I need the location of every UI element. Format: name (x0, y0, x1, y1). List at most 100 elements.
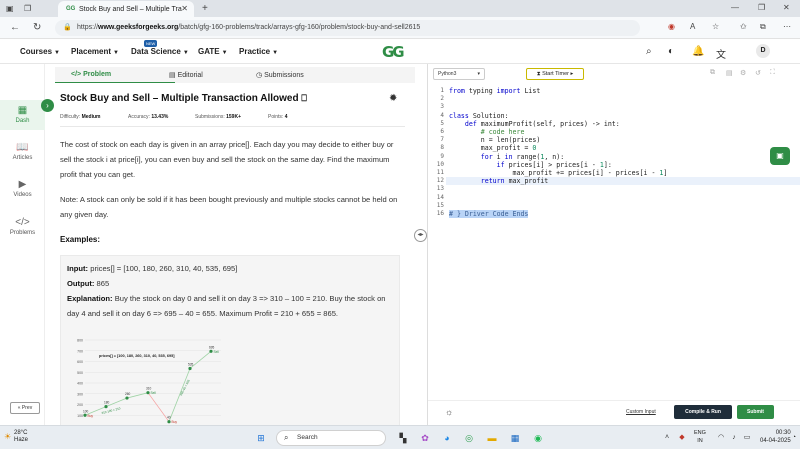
nav-courses[interactable]: Courses ▼ (20, 47, 60, 56)
y-tick-label: 700 (77, 349, 83, 353)
code-line[interactable]: max_profit += prices[i] - prices[i - 1] (449, 169, 668, 177)
code-line[interactable]: if prices[i] > prices[i - 1]: (449, 161, 612, 169)
minimize-icon[interactable]: — (731, 3, 739, 12)
sidebar-item-problems[interactable]: </> Problems (0, 217, 45, 236)
collections-icon[interactable]: ⧉ (760, 22, 766, 32)
theme-toggle-icon[interactable]: ◐ (668, 46, 674, 57)
code-line[interactable]: max_profit = 0 (449, 144, 537, 152)
close-icon[interactable]: ✕ (181, 4, 188, 13)
windows-taskbar: ☀ 28°C Haze ⊞ ⌕ Search ▚ ✿ ◕ ◎ ▬ ▦ ◉ ˄ ◆… (0, 425, 800, 449)
data-label: 310 (146, 387, 152, 391)
code-line[interactable]: for i in range(1, n): (449, 153, 564, 161)
split-handle-icon[interactable]: ◂▸ (414, 229, 427, 242)
wifi-icon[interactable]: ◠ (714, 431, 728, 445)
nav-gate[interactable]: GATE ▼ (198, 47, 228, 56)
custom-input-link[interactable]: Custom Input (626, 409, 656, 415)
tab-editorial[interactable]: ▤ Editorial (169, 71, 203, 79)
search-icon[interactable]: ⌕ (646, 46, 652, 57)
prev-button[interactable]: « Prev (10, 402, 40, 414)
refresh-icon[interactable]: ↻ (33, 22, 41, 33)
bug-report-icon[interactable]: ✹ (389, 93, 397, 104)
notification-icon[interactable]: ◔ (787, 431, 800, 445)
nav-data-science[interactable]: Data Science ▼ (131, 47, 189, 56)
maximize-icon[interactable]: ❐ (758, 3, 765, 12)
tab-problem[interactable]: </> Problem (71, 71, 111, 78)
copilot-icon[interactable]: ✿ (418, 431, 432, 445)
chevron-down-icon: ▼ (272, 50, 279, 56)
tab-problem-label: Problem (83, 71, 112, 78)
new-tab-icon[interactable]: + (202, 3, 208, 14)
nav-placement[interactable]: Placement ▼ (71, 47, 119, 56)
annotation-label: Buy (88, 414, 94, 418)
taskbar-search[interactable]: ⌕ Search (276, 430, 386, 446)
spotify-icon[interactable]: ◉ (531, 431, 545, 445)
tab-actions-icon[interactable]: ▣ (6, 4, 14, 13)
code-area[interactable]: 1 from typing import List 2 3 4 class Solutio… (428, 84, 800, 394)
language-value: Python3 (438, 71, 457, 77)
line-number: 5 (440, 119, 444, 127)
code-line[interactable]: class Solution: (449, 112, 509, 120)
browser-tab[interactable]: GG Stock Buy and Sell – Multiple Tra ✕ (58, 1, 194, 17)
security-icon[interactable]: ◆ (675, 431, 689, 445)
example-explanation: Explanation: Buy the stock on day 0 and … (67, 291, 397, 321)
translate-icon[interactable]: 文 (716, 46, 726, 61)
weather-condition: Haze (14, 437, 29, 443)
code-line[interactable]: # code here (449, 128, 525, 136)
folder-icon[interactable]: ▬ (485, 431, 499, 445)
code-line[interactable]: from typing import List (449, 87, 540, 95)
code-line[interactable]: n = len(prices) (449, 136, 541, 144)
nav-practice[interactable]: Practice ▼ (239, 47, 278, 56)
bulb-icon[interactable]: ☼ (445, 407, 453, 417)
settings-icon[interactable]: ⚙ (740, 69, 746, 77)
chevron-up-icon[interactable]: ˄ (660, 431, 674, 445)
read-aloud-icon[interactable]: A (690, 22, 695, 31)
expand-icon[interactable]: › (41, 99, 54, 112)
bookmark-icon[interactable]: ⎕ (301, 93, 306, 103)
y-tick-label: 300 (77, 392, 83, 396)
tabs-icon[interactable]: ❐ (24, 4, 31, 13)
fullscreen-icon[interactable]: ⛶ (770, 69, 775, 77)
favorite-star-icon[interactable]: ☆ (712, 22, 719, 31)
battery-icon[interactable]: ▭ (740, 431, 754, 445)
code-line[interactable]: # } Driver Code Ends (449, 210, 529, 218)
gfg-logo[interactable]: GG (382, 43, 405, 61)
weather-widget[interactable]: 28°C Haze (14, 430, 28, 444)
edge-icon[interactable]: ◕ (440, 431, 454, 445)
windows-start-icon[interactable]: ⊞ (254, 431, 268, 445)
sidebar-item-articles[interactable]: 📖 Articles (0, 142, 45, 161)
data-label: 180 (104, 401, 110, 405)
more-icon[interactable]: ⋯ (783, 22, 791, 31)
compile-run-button[interactable]: Compile & Run (674, 405, 732, 419)
bell-icon[interactable]: 🔔 (692, 46, 704, 57)
sidebar-item-dash[interactable]: ▦ Dash (0, 100, 45, 130)
sidebar-item-videos[interactable]: ▶ Videos (0, 179, 45, 198)
submit-button[interactable]: Submit (737, 405, 774, 419)
window-close-icon[interactable]: ✕ (783, 3, 790, 12)
favorites-icon[interactable]: ✩ (740, 22, 747, 31)
chat-icon[interactable]: ▣ (770, 147, 790, 165)
start-timer-button[interactable]: ⧗ Start Timer ▸ (526, 68, 584, 80)
language-indicator[interactable]: ENG IN (694, 430, 706, 445)
format-icon[interactable]: ▤ (726, 69, 733, 77)
code-line[interactable]: def maximumProfit(self, prices) -> int: (449, 120, 620, 128)
line-number: 8 (440, 144, 444, 152)
chrome-icon[interactable]: ◎ (462, 431, 476, 445)
tab-submissions[interactable]: ◷ Submissions (256, 71, 304, 79)
volume-icon[interactable]: ♪ (727, 431, 741, 445)
code-editor-panel: Python3 ▾ ⧗ Start Timer ▸ ⧉ ▤ ⚙ ↺ ⛶ 1 from… (427, 64, 800, 425)
store-icon[interactable]: ▦ (508, 431, 522, 445)
data-point (188, 366, 192, 371)
code-line[interactable]: return max_profit (449, 177, 549, 185)
task-view-icon[interactable]: ▚ (396, 431, 410, 445)
address-bar[interactable]: 🔒 https://www.geeksforgeeks.org/batch/gf… (55, 20, 640, 36)
weather-icon[interactable]: ☀ (4, 432, 11, 441)
y-tick-label: 800 (77, 339, 83, 343)
back-icon[interactable]: ← (10, 22, 20, 33)
language-select[interactable]: Python3 ▾ (433, 68, 485, 80)
url-prefix: https:// (77, 24, 99, 31)
copy-icon[interactable]: ⧉ (710, 69, 715, 77)
reset-icon[interactable]: ↺ (755, 69, 761, 77)
annotation-label: Sell (214, 350, 220, 354)
avatar[interactable]: D (756, 44, 770, 58)
extension-icon[interactable]: ◉ (668, 22, 675, 31)
